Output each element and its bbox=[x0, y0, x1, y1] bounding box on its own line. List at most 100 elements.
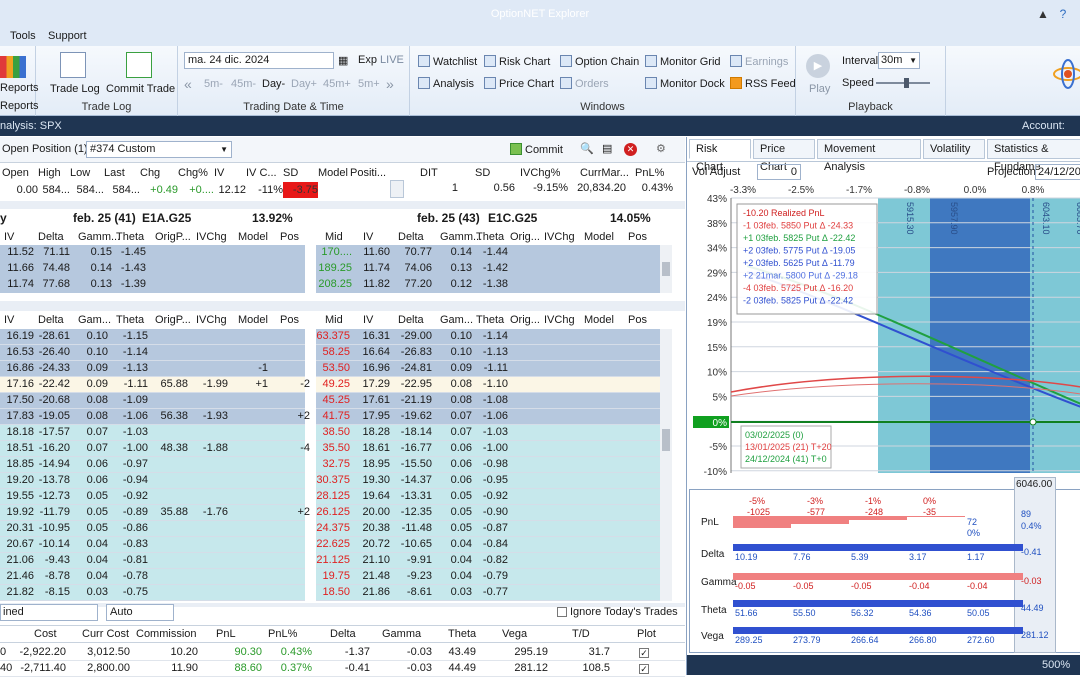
rewind-icon[interactable]: « bbox=[184, 76, 192, 92]
sd-label: 5957.90 bbox=[949, 202, 959, 235]
earnings-button[interactable]: Earnings bbox=[730, 55, 788, 68]
play-button[interactable]: Play bbox=[809, 83, 830, 95]
monitor-dock-button[interactable]: Monitor Dock bbox=[645, 77, 725, 90]
nav-5m-back[interactable]: 5m- bbox=[204, 78, 223, 90]
col-header: Delta bbox=[398, 231, 424, 243]
rss-feed-button[interactable]: RSS Feed bbox=[730, 77, 796, 90]
commit-button[interactable]: Commit bbox=[510, 143, 563, 156]
option-cell: 0.08 bbox=[450, 378, 472, 390]
commit-trade-button[interactable]: Commit Trade bbox=[106, 83, 175, 95]
reports-group-label: Reports bbox=[0, 100, 39, 112]
earnings-icon bbox=[730, 55, 742, 67]
zero-label: 0% bbox=[713, 418, 728, 429]
option-cell: -0.75 bbox=[122, 586, 148, 598]
option-cell: -22.95 bbox=[400, 378, 432, 390]
delta_vals-bar bbox=[907, 544, 965, 551]
vega_vals-value: 272.60 bbox=[967, 635, 995, 645]
position-select[interactable]: #374 Custom ▼ bbox=[86, 141, 232, 158]
option-cell: 208.25 bbox=[318, 278, 352, 290]
tab-volatility[interactable]: Volatility bbox=[923, 139, 985, 159]
tab-movement-analysis[interactable]: Movement Analysis bbox=[817, 139, 921, 173]
gear-icon[interactable]: ⚙ bbox=[656, 142, 666, 155]
trade-log-icon[interactable] bbox=[60, 52, 86, 78]
price-chart-button[interactable]: Price Chart bbox=[484, 77, 554, 90]
col-header: Gam... bbox=[440, 314, 474, 326]
risk-chart-button[interactable]: Risk Chart bbox=[484, 55, 550, 68]
right-expiry-iv: 14.05% bbox=[610, 211, 651, 225]
fast-forward-icon[interactable]: » bbox=[386, 76, 394, 92]
group-by-select[interactable]: ined bbox=[0, 604, 98, 621]
greek-label-vega: Vega bbox=[701, 631, 724, 642]
y-tick-label: 24% bbox=[707, 293, 727, 304]
play-icon[interactable]: ▶ bbox=[806, 54, 830, 78]
option-cell: 58.25 bbox=[322, 346, 350, 358]
col-header: IV bbox=[214, 167, 225, 179]
option-cell: 21.06 bbox=[6, 554, 34, 566]
help-icon[interactable]: ? bbox=[1045, 0, 1080, 28]
orders-button[interactable]: Orders bbox=[560, 77, 609, 90]
reports-icon[interactable] bbox=[0, 56, 26, 78]
left-expiry-code: E1A.G25 bbox=[142, 211, 192, 225]
nav-day-back[interactable]: Day- bbox=[262, 78, 285, 90]
risk-chart[interactable]: 43% 38% 34% 29% 24% 19% 15% 10% 5% 0% -5% -10% -3.3%… bbox=[687, 182, 1080, 477]
calendar-icon[interactable]: ▦ bbox=[338, 54, 348, 67]
tab-price-chart[interactable]: Price Chart bbox=[753, 139, 815, 173]
current-point[interactable] bbox=[1029, 418, 1037, 426]
option-cell: 20.67 bbox=[6, 538, 34, 550]
option-cell: -0.81 bbox=[122, 554, 148, 566]
plot-checkbox[interactable]: ✓ bbox=[639, 648, 649, 658]
puts-scrollbar[interactable] bbox=[660, 329, 672, 601]
nav-45m-forward[interactable]: 45m+ bbox=[323, 78, 351, 90]
option-cell: +2 bbox=[297, 506, 310, 518]
option-cell: -19.05 bbox=[38, 410, 70, 422]
auto-select[interactable]: Auto bbox=[106, 604, 174, 621]
option-cell: 70.77 bbox=[404, 246, 432, 258]
nav-day-forward[interactable]: Day+ bbox=[291, 78, 317, 90]
commit-trade-icon[interactable] bbox=[126, 52, 152, 78]
export-icon[interactable]: ▤ bbox=[602, 142, 612, 155]
tab-risk-chart[interactable]: Risk Chart bbox=[689, 139, 751, 173]
theta_vals-bar bbox=[733, 600, 791, 607]
col-header: T/D bbox=[572, 628, 590, 640]
col-header: Commission bbox=[136, 628, 197, 640]
search-icon[interactable]: 🔍 bbox=[580, 142, 594, 155]
vol-adjust-input[interactable]: 0 bbox=[757, 164, 801, 180]
position-stat: -9.15% bbox=[533, 182, 568, 194]
open-position-label: Open Position (1) bbox=[2, 143, 88, 155]
option-cell: 0.04 bbox=[450, 538, 472, 550]
projection-input[interactable]: 24/12/202 bbox=[1035, 164, 1080, 180]
tab-statistics-fundame[interactable]: Statistics & Fundame bbox=[987, 139, 1080, 173]
delta_vals-bar bbox=[965, 544, 1023, 551]
trade-log-button[interactable]: Trade Log bbox=[50, 83, 100, 95]
col-header: IV bbox=[363, 231, 374, 243]
date-field[interactable]: ma. 24 dic. 2024 bbox=[184, 52, 334, 69]
close-icon[interactable]: ✕ bbox=[624, 143, 637, 156]
scrollbar-thumb[interactable] bbox=[662, 429, 670, 451]
nav-45m-back[interactable]: 45m- bbox=[231, 78, 256, 90]
legend-entry: +1 03feb. 5825 Put Δ -22.42 bbox=[743, 233, 855, 243]
trade-cell: -1.37 bbox=[344, 646, 370, 658]
reports-button[interactable]: Reports bbox=[0, 82, 39, 94]
trade-cell: -0.03 bbox=[406, 646, 432, 658]
ignore-trades-checkbox[interactable] bbox=[557, 607, 567, 617]
menu-tools[interactable]: Tools bbox=[10, 30, 36, 42]
plot-checkbox[interactable]: ✓ bbox=[639, 664, 649, 674]
left-expiry-iv: 13.92% bbox=[252, 211, 293, 225]
interval-select[interactable]: 30m ▼ bbox=[878, 52, 920, 69]
analysis-button[interactable]: Analysis bbox=[418, 77, 474, 90]
option-chain-button[interactable]: Option Chain bbox=[560, 55, 639, 68]
scrollbar-thumb[interactable] bbox=[662, 262, 670, 276]
option-cell: 21.82 bbox=[6, 586, 34, 598]
option-cell: 0.05 bbox=[86, 490, 108, 502]
spin-buttons[interactable] bbox=[390, 180, 404, 198]
col-header: Pos bbox=[280, 314, 299, 326]
exp-button[interactable]: Exp LIVE bbox=[358, 54, 404, 66]
menu-support[interactable]: Support bbox=[48, 30, 87, 42]
nav-5m-forward[interactable]: 5m+ bbox=[358, 78, 380, 90]
vega_vals-value: 266.64 bbox=[851, 635, 879, 645]
option-cell: -1.00 bbox=[122, 442, 148, 454]
monitor-grid-button[interactable]: Monitor Grid bbox=[645, 55, 721, 68]
option-cell: 0.06 bbox=[86, 458, 108, 470]
speed-slider[interactable] bbox=[876, 78, 930, 88]
watchlist-button[interactable]: Watchlist bbox=[418, 55, 477, 68]
